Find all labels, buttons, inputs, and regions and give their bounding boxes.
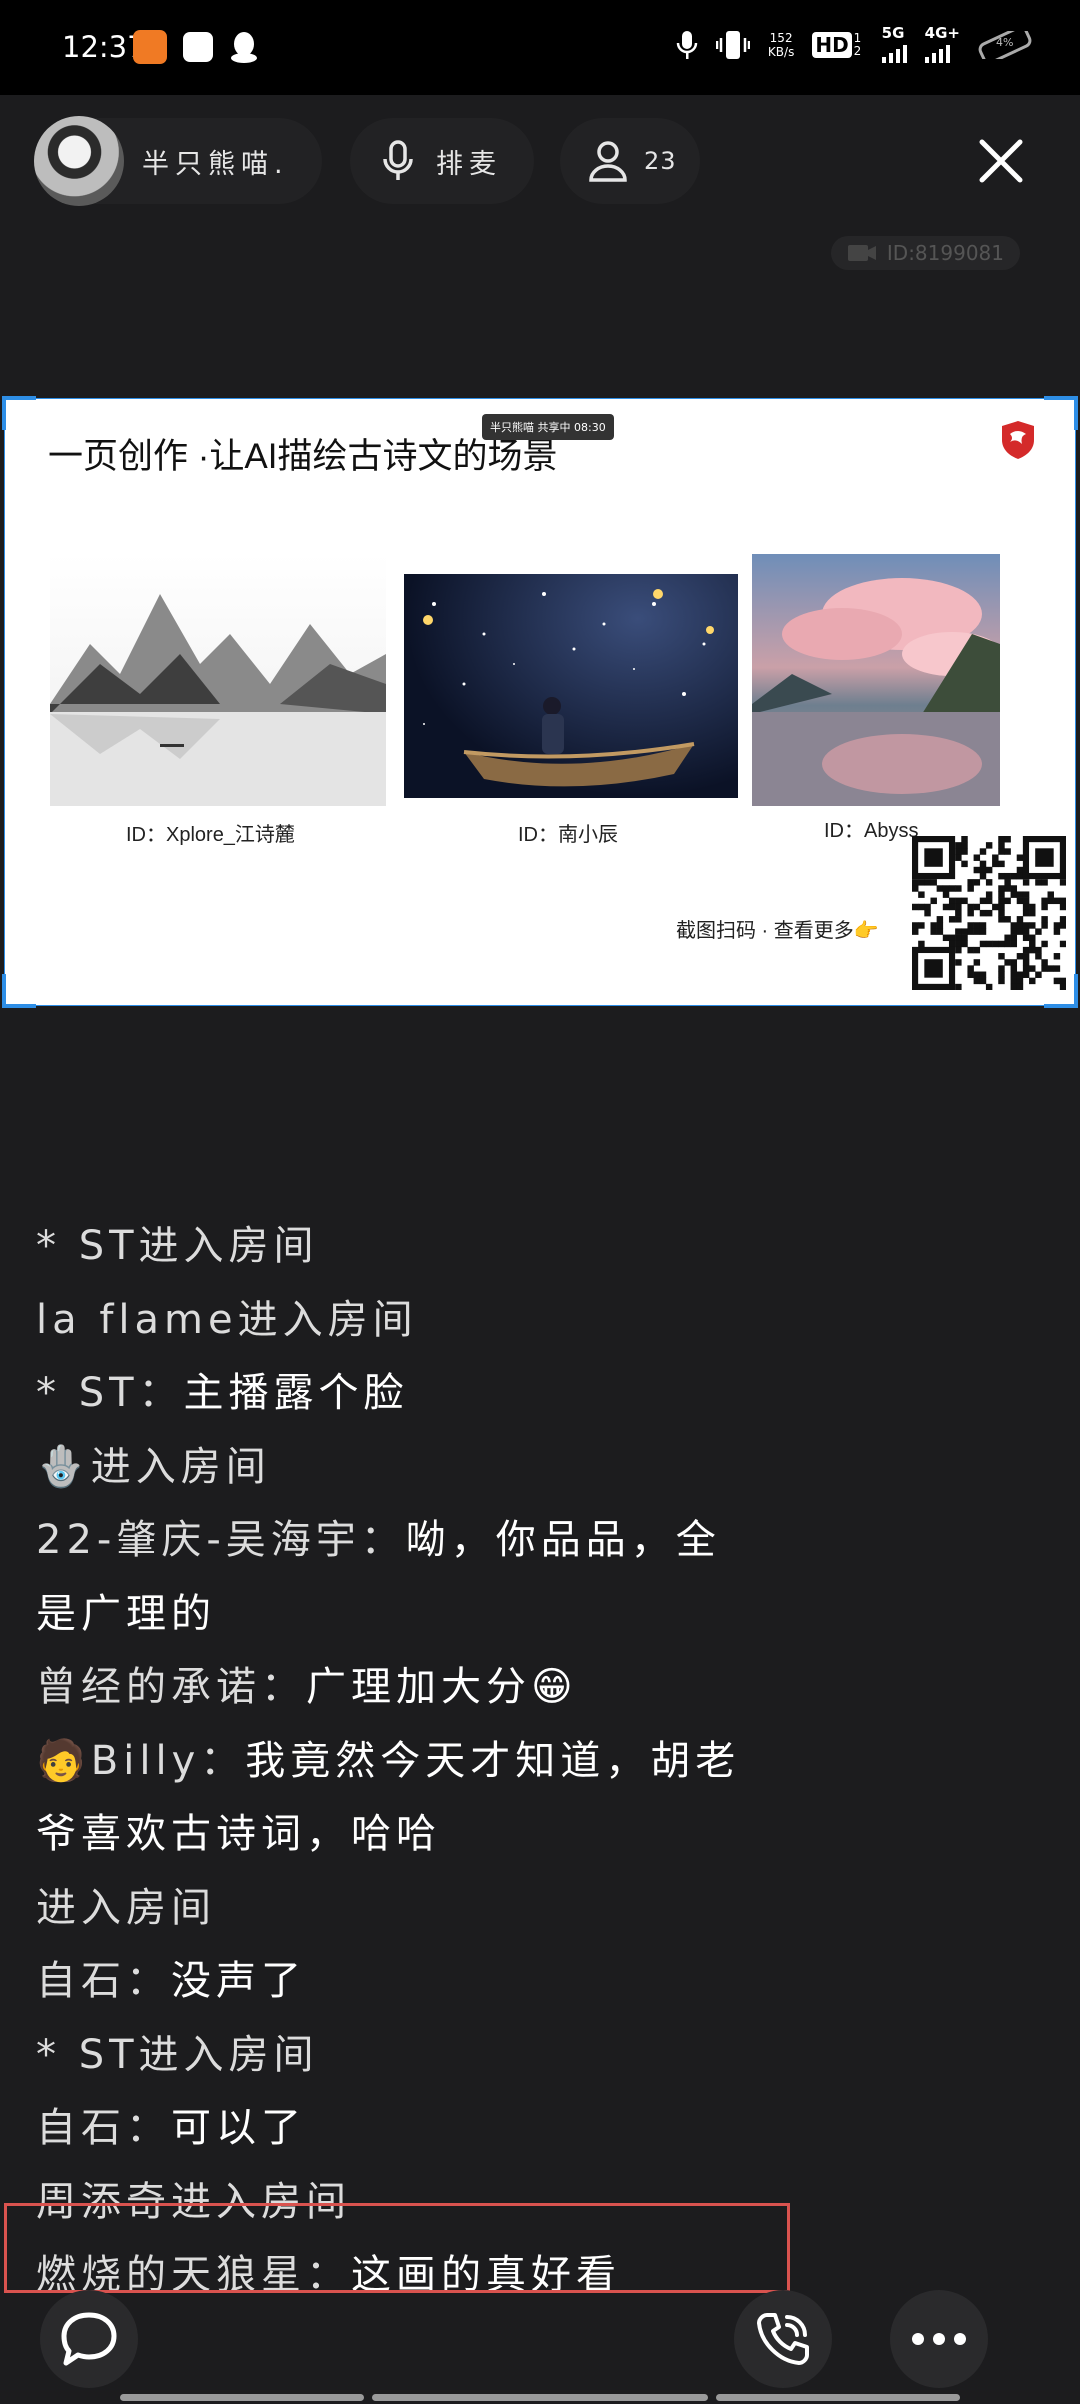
signal-4g: 4G+ <box>924 24 960 63</box>
members-button[interactable]: 23 <box>560 118 700 204</box>
chat-message: 曾经的承诺：广理加大分😁 <box>36 1651 1036 1725</box>
sim-number: 12 <box>853 30 862 58</box>
shopping-bag-icon <box>183 32 213 62</box>
artwork-starry-boat <box>404 574 738 798</box>
scan-hint: 截图扫码 · 查看更多👉 <box>676 920 879 942</box>
microphone-icon <box>383 140 413 180</box>
chat-sender: 曾经的承诺： <box>36 1664 306 1710</box>
room-id: ID:8199081 <box>886 241 1004 265</box>
shared-screen[interactable]: 一页创作 ·让AI描绘古诗文的场景 半只熊喵 共享中 08:30 ID：Xplo… <box>2 396 1078 1008</box>
battery-indicator: 4% <box>978 25 1040 64</box>
room-id-badge: ID:8199081 <box>830 236 1020 270</box>
host-avatar[interactable] <box>34 116 124 206</box>
chat-message: 🧑Billy：我竟然今天才知道，胡老 <box>36 1725 1036 1799</box>
net-speed: 152 KB/s <box>768 31 794 59</box>
frame-corner <box>2 396 36 430</box>
chat-sender: la flame进入房间 <box>36 1296 418 1343</box>
more-options-button[interactable] <box>890 2290 988 2388</box>
status-bar: 12:37 152 KB/s HD 12 5G 4G+ 4% <box>0 0 1080 95</box>
net-5g-label: 5G <box>881 24 905 42</box>
queue-mic-button[interactable]: 排麦 <box>350 118 534 204</box>
net-speed-unit: KB/s <box>767 44 795 59</box>
qq-penguin-icon <box>231 32 257 63</box>
notification-icons <box>133 30 259 64</box>
more-dots-icon <box>912 2333 966 2345</box>
microphone-icon <box>676 30 698 59</box>
chat-sender: 自石： <box>36 1958 171 2004</box>
chat-message: 进入房间 <box>36 1872 1036 1946</box>
highlight-box <box>4 2203 790 2293</box>
artwork-caption: ID：Abyss <box>824 820 919 842</box>
call-button[interactable] <box>734 2290 832 2388</box>
chat-text: 爷喜欢古诗词，哈哈 <box>36 1811 441 1857</box>
artwork-caption: ID：Xplore_江诗麓 <box>126 824 295 846</box>
battery-level: 4% <box>996 35 1014 49</box>
close-icon[interactable] <box>976 136 1026 186</box>
hd-badge: HD <box>812 31 852 58</box>
nav-bar-segment[interactable] <box>372 2394 708 2401</box>
nav-bar-segment[interactable] <box>716 2394 960 2401</box>
vibrate-icon <box>715 30 750 59</box>
chat-message: 自石：可以了 <box>36 2092 1036 2166</box>
chat-sender: 🧑Billy： <box>36 1737 246 1784</box>
share-status-badge: 半只熊喵 共享中 08:30 <box>482 414 614 440</box>
chat-text: 广理加大分😁 <box>306 1664 578 1710</box>
phone-call-icon <box>757 2313 809 2365</box>
signal-5g: 5G <box>881 24 907 63</box>
chat-message: 自石：没声了 <box>36 1945 1036 2019</box>
chat-list: * ST进入房间 la flame进入房间 * ST：主播露个脸 🪬进入房间 22-肇庆… <box>36 1210 1036 2313</box>
chat-sender: 进入房间 <box>36 1884 216 1931</box>
member-count: 23 <box>644 147 677 175</box>
chat-text: 主播露个脸 <box>183 1370 409 1416</box>
artwork-ink-landscape <box>50 554 386 806</box>
chat-message: 爷喜欢古诗词，哈哈 <box>36 1798 1036 1872</box>
chat-message: 22-肇庆-吴海宇：呦，你品品，全 <box>36 1504 1036 1578</box>
chat-text: 我竟然今天才知道，胡老 <box>245 1737 741 1784</box>
host-profile-pill[interactable]: 半只熊喵. <box>34 116 322 206</box>
queue-mic-label: 排麦 <box>436 148 502 180</box>
video-camera-icon <box>847 245 876 261</box>
hd-indicator: HD 12 <box>812 30 863 58</box>
speech-bubble-icon <box>61 2312 117 2366</box>
chat-sender: * ST进入房间 <box>36 1223 319 1269</box>
chat-sender: 🪬进入房间 <box>36 1443 271 1490</box>
chat-message: * ST进入房间 <box>36 2019 1036 2093</box>
chat-text: 是广理的 <box>36 1590 216 1637</box>
artwork-caption: ID：南小辰 <box>518 824 618 846</box>
qr-code <box>912 836 1066 990</box>
chat-message: * ST进入房间 <box>36 1210 1036 1284</box>
chat-message: 是广理的 <box>36 1578 1036 1652</box>
net-speed-value: 152 <box>769 30 793 45</box>
frame-corner <box>2 974 36 1008</box>
signal-bars-icon <box>924 41 950 63</box>
chat-text: 呦，你品品，全 <box>405 1517 721 1563</box>
taobao-app-icon <box>133 30 167 64</box>
chat-text: 没声了 <box>171 1958 306 2004</box>
frame-corner <box>1044 396 1078 430</box>
msi-dragon-logo <box>1002 421 1034 459</box>
chat-sender: * ST： <box>36 1370 184 1416</box>
status-indicators: 152 KB/s HD 12 5G 4G+ 4% <box>676 24 1040 64</box>
chat-message: * ST：主播露个脸 <box>36 1357 1036 1431</box>
chat-message: 🪬进入房间 <box>36 1431 1036 1505</box>
chat-sender: 自石： <box>36 2105 171 2151</box>
host-name: 半只熊喵. <box>142 148 289 180</box>
chat-sender: * ST进入房间 <box>36 2031 319 2078</box>
chat-sender: 22-肇庆-吴海宇： <box>36 1517 406 1563</box>
signal-bars-icon <box>881 41 907 63</box>
chat-message: la flame进入房间 <box>36 1284 1036 1358</box>
person-icon <box>589 141 627 182</box>
net-4g-label: 4G+ <box>924 24 960 42</box>
artwork-cloud-lake <box>752 554 1000 806</box>
chat-text: 可以了 <box>171 2105 306 2151</box>
chat-input-button[interactable] <box>40 2290 138 2388</box>
nav-bar-segment[interactable] <box>120 2394 364 2401</box>
